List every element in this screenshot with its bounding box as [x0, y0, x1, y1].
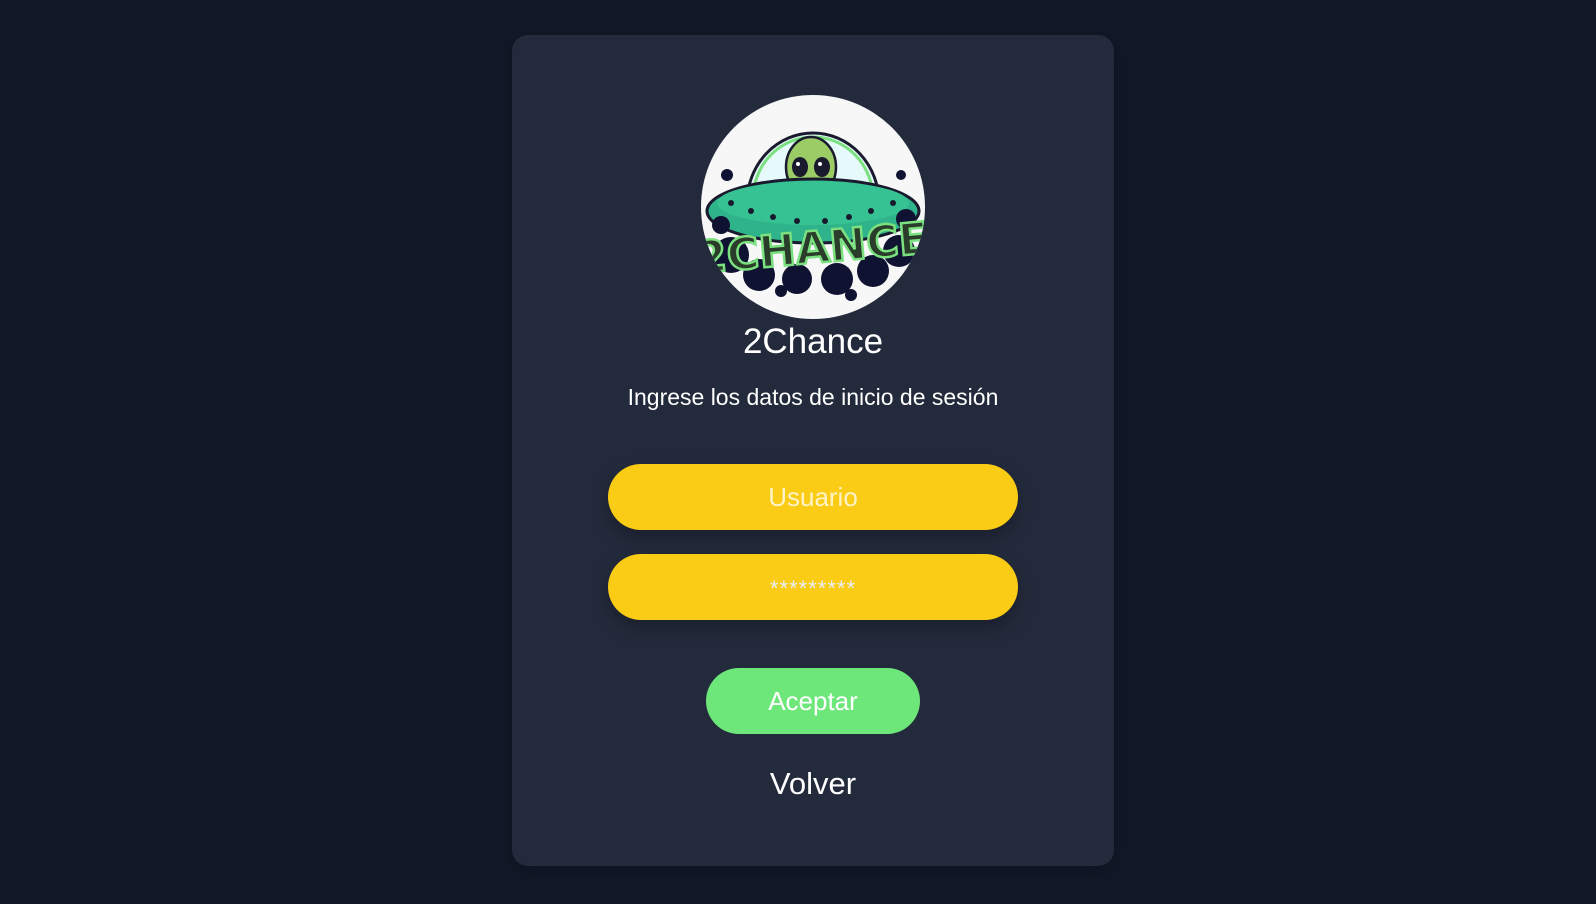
- password-input[interactable]: [608, 554, 1018, 620]
- back-link[interactable]: Volver: [512, 766, 1114, 802]
- login-page: 2CHANCE 2Chance Ingrese los datos de ini…: [0, 0, 1596, 904]
- login-subtitle: Ingrese los datos de inicio de sesión: [627, 384, 999, 410]
- accept-button[interactable]: Aceptar: [706, 668, 920, 734]
- login-card: 2CHANCE 2Chance Ingrese los datos de ini…: [512, 35, 1114, 866]
- brand-title: 2Chance: [742, 322, 884, 361]
- alien-ufo-logo-icon: 2CHANCE: [701, 95, 925, 319]
- username-input[interactable]: [608, 464, 1018, 530]
